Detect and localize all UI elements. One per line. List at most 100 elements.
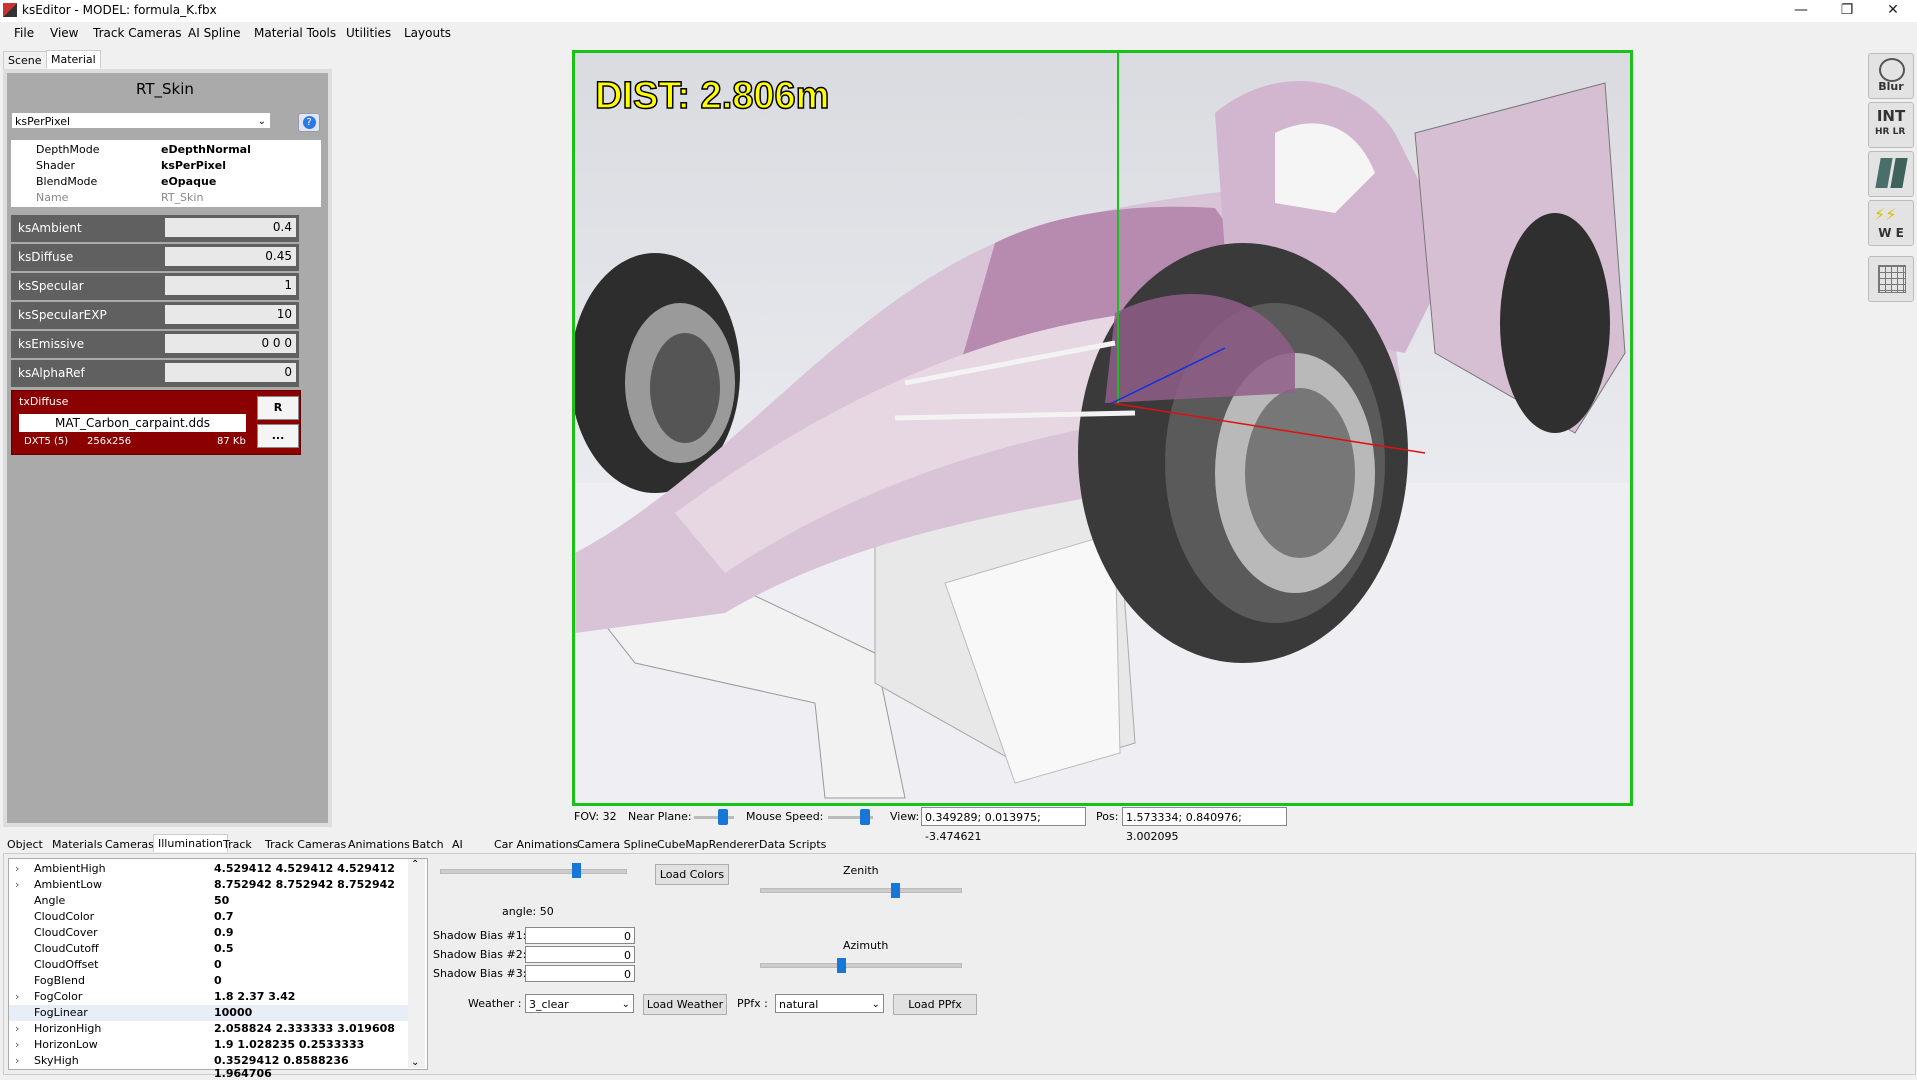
tyre-tool-button[interactable] xyxy=(1868,151,1914,197)
property-row[interactable]: BlendMode eOpaque xyxy=(11,174,321,190)
tab-batch[interactable]: Batch xyxy=(408,836,448,853)
ppfx-select[interactable]: natural ⌄ xyxy=(775,994,884,1013)
grid-row[interactable]: › FogColor 1.8 2.37 3.42 xyxy=(9,989,409,1005)
tab-animations[interactable]: Animations xyxy=(344,836,414,853)
we-tool-button[interactable]: ⚡⚡ W E xyxy=(1868,200,1914,246)
grid-row[interactable]: › HorizonLow 1.9 1.028235 0.2533333 xyxy=(9,1037,409,1053)
grid-row[interactable]: › SkyHigh 0.3529412 0.8588236 1.964706 xyxy=(9,1053,409,1080)
param-ksalpharef: ksAlphaRef 0 xyxy=(11,360,299,387)
mouse-speed-slider[interactable] xyxy=(828,809,873,825)
help-button[interactable]: ? xyxy=(298,113,320,132)
texture-reload-button[interactable]: R xyxy=(257,396,299,420)
minimize-button[interactable]: — xyxy=(1778,0,1824,22)
close-button[interactable]: ✕ xyxy=(1870,0,1916,22)
load-colors-button[interactable]: Load Colors xyxy=(655,864,729,885)
slider-thumb[interactable] xyxy=(718,809,728,825)
grid-value: 2.058824 2.333333 3.019608 xyxy=(214,1022,395,1035)
tab-material[interactable]: Material xyxy=(46,50,101,69)
tab-illumination[interactable]: Illumination xyxy=(153,834,228,852)
property-grid-scrollbar[interactable]: ⌃ ⌄ xyxy=(408,859,425,1068)
grid-row[interactable]: Angle 50 xyxy=(9,893,409,909)
slider-thumb[interactable] xyxy=(891,883,900,898)
tab-scene[interactable]: Scene xyxy=(3,51,47,70)
grid-row[interactable]: FogLinear 10000 xyxy=(9,1005,409,1021)
property-row[interactable]: DepthMode eDepthNormal xyxy=(11,142,321,158)
tab-car-animations[interactable]: Car Animations xyxy=(490,836,582,853)
load-ppfx-button[interactable]: Load PPfx xyxy=(893,994,977,1015)
expand-icon[interactable]: › xyxy=(15,990,19,1003)
property-row[interactable]: Name RT_Skin xyxy=(11,190,321,206)
angle-slider[interactable] xyxy=(440,863,627,878)
blur-tool-button[interactable]: Blur xyxy=(1868,53,1914,99)
load-weather-button[interactable]: Load Weather xyxy=(643,994,727,1015)
property-row[interactable]: Shader ksPerPixel xyxy=(11,158,321,174)
menu-layouts[interactable]: Layouts xyxy=(404,26,451,40)
shadow-bias-3-input[interactable]: 0 xyxy=(525,965,635,982)
slider-thumb[interactable] xyxy=(572,863,581,878)
grid-row[interactable]: CloudCover 0.9 xyxy=(9,925,409,941)
shadow-bias-2-label: Shadow Bias #2: xyxy=(433,948,527,961)
slider-thumb[interactable] xyxy=(837,958,846,973)
position-field[interactable]: 1.573334; 0.840976; 3.002095 xyxy=(1122,807,1287,843)
weather-select[interactable]: 3_clear ⌄ xyxy=(525,994,634,1013)
expand-icon[interactable]: › xyxy=(15,862,19,875)
menu-view[interactable]: View xyxy=(50,26,78,40)
shader-select[interactable]: ksPerPixel ⌄ xyxy=(11,112,271,129)
window-title: ksEditor - MODEL: formula_K.fbx xyxy=(22,3,217,17)
shadow-bias-3-label: Shadow Bias #3: xyxy=(433,967,527,980)
grid-row[interactable]: CloudCutoff 0.5 xyxy=(9,941,409,957)
param-value-input[interactable]: 0.4 xyxy=(165,218,296,237)
param-value-input[interactable]: 0 0 0 xyxy=(165,334,296,353)
3d-viewport[interactable]: DIST: 2.806m xyxy=(572,50,1633,806)
menu-material-tools[interactable]: Material Tools xyxy=(254,26,336,40)
texture-file-name[interactable]: MAT_Carbon_carpaint.dds xyxy=(19,414,246,432)
slider-thumb[interactable] xyxy=(860,809,870,825)
tab-cubemaprenderer[interactable]: CubeMapRenderer xyxy=(653,836,763,853)
tab-materials[interactable]: Materials xyxy=(48,836,106,853)
param-ksambient: ksAmbient 0.4 xyxy=(11,215,299,242)
param-value-input[interactable]: 0 xyxy=(165,363,296,382)
zenith-slider[interactable] xyxy=(760,883,962,898)
grid-row[interactable]: › AmbientHigh 4.529412 4.529412 4.529412 xyxy=(9,861,409,877)
grid-row[interactable]: CloudOffset 0 xyxy=(9,957,409,973)
restore-button[interactable]: ❐ xyxy=(1824,0,1870,22)
scroll-down-icon[interactable]: ⌄ xyxy=(411,1057,419,1068)
view-vector-field[interactable]: 0.349289; 0.013975; -3.474621 xyxy=(921,807,1086,843)
menu-ai-spline[interactable]: AI Spline xyxy=(188,26,240,40)
texture-browse-button[interactable]: ... xyxy=(257,424,299,448)
tab-track-cameras[interactable]: Track Cameras xyxy=(261,836,350,853)
expand-icon[interactable]: › xyxy=(15,1054,19,1067)
expand-icon[interactable]: › xyxy=(15,878,19,891)
shadow-bias-1-input[interactable]: 0 xyxy=(525,927,635,944)
param-value-input[interactable]: 0.45 xyxy=(165,247,296,266)
int-tool-button[interactable]: INT HR LR xyxy=(1868,102,1914,148)
tab-object[interactable]: Object xyxy=(3,836,47,853)
scroll-up-icon[interactable]: ⌃ xyxy=(411,859,419,870)
tab-ai[interactable]: AI xyxy=(448,836,467,853)
menu-file[interactable]: File xyxy=(14,26,34,40)
int-label: INT xyxy=(1876,107,1906,125)
tab-track[interactable]: Track xyxy=(219,836,256,853)
param-ksspecularexp: ksSpecularEXP 10 xyxy=(11,302,299,329)
param-value-input[interactable]: 10 xyxy=(165,305,296,324)
grid-row[interactable]: CloudColor 0.7 xyxy=(9,909,409,925)
grid-icon xyxy=(1878,265,1906,293)
grid-row[interactable]: › AmbientLow 8.752942 8.752942 8.752942 xyxy=(9,877,409,893)
tab-data-scripts[interactable]: Data Scripts xyxy=(755,836,830,853)
illumination-property-grid: › AmbientHigh 4.529412 4.529412 4.529412 ›… xyxy=(8,858,428,1080)
expand-icon[interactable]: › xyxy=(15,1038,19,1051)
azimuth-slider[interactable] xyxy=(760,958,962,973)
menu-track-cameras[interactable]: Track Cameras xyxy=(93,26,182,40)
angle-label: angle: 50 xyxy=(502,905,554,918)
menu-utilities[interactable]: Utilities xyxy=(346,26,391,40)
tab-cameras[interactable]: Cameras xyxy=(101,836,158,853)
param-value-input[interactable]: 1 xyxy=(165,276,296,295)
tab-camera-spline[interactable]: Camera Spline xyxy=(573,836,661,853)
grid-row[interactable]: › HorizonHigh 2.058824 2.333333 3.019608 xyxy=(9,1021,409,1037)
pos-label: Pos: xyxy=(1096,810,1119,823)
shadow-bias-2-input[interactable]: 0 xyxy=(525,946,635,963)
near-plane-slider[interactable] xyxy=(694,809,734,825)
expand-icon[interactable]: › xyxy=(15,1022,19,1035)
grid-row[interactable]: FogBlend 0 xyxy=(9,973,409,989)
grid-tool-button[interactable] xyxy=(1868,256,1914,302)
